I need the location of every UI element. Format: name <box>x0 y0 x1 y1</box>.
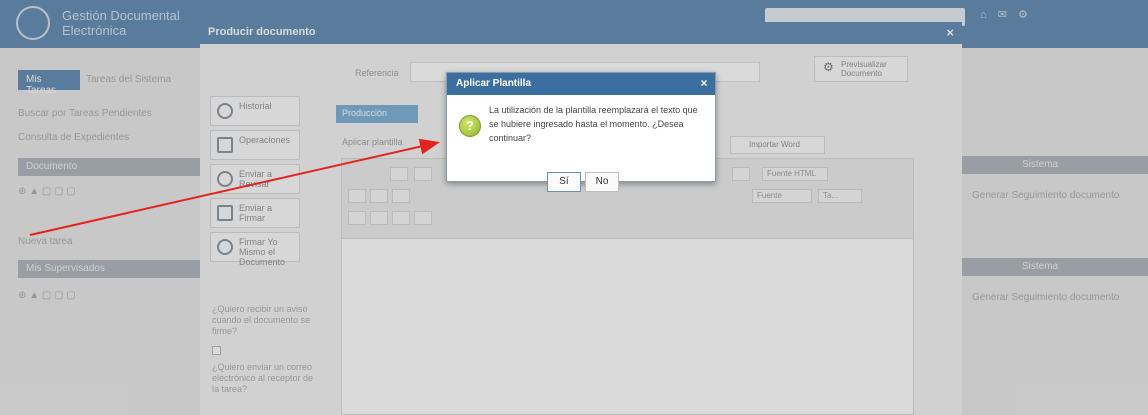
annotation-arrow <box>29 138 440 236</box>
arrow-line <box>29 138 440 236</box>
